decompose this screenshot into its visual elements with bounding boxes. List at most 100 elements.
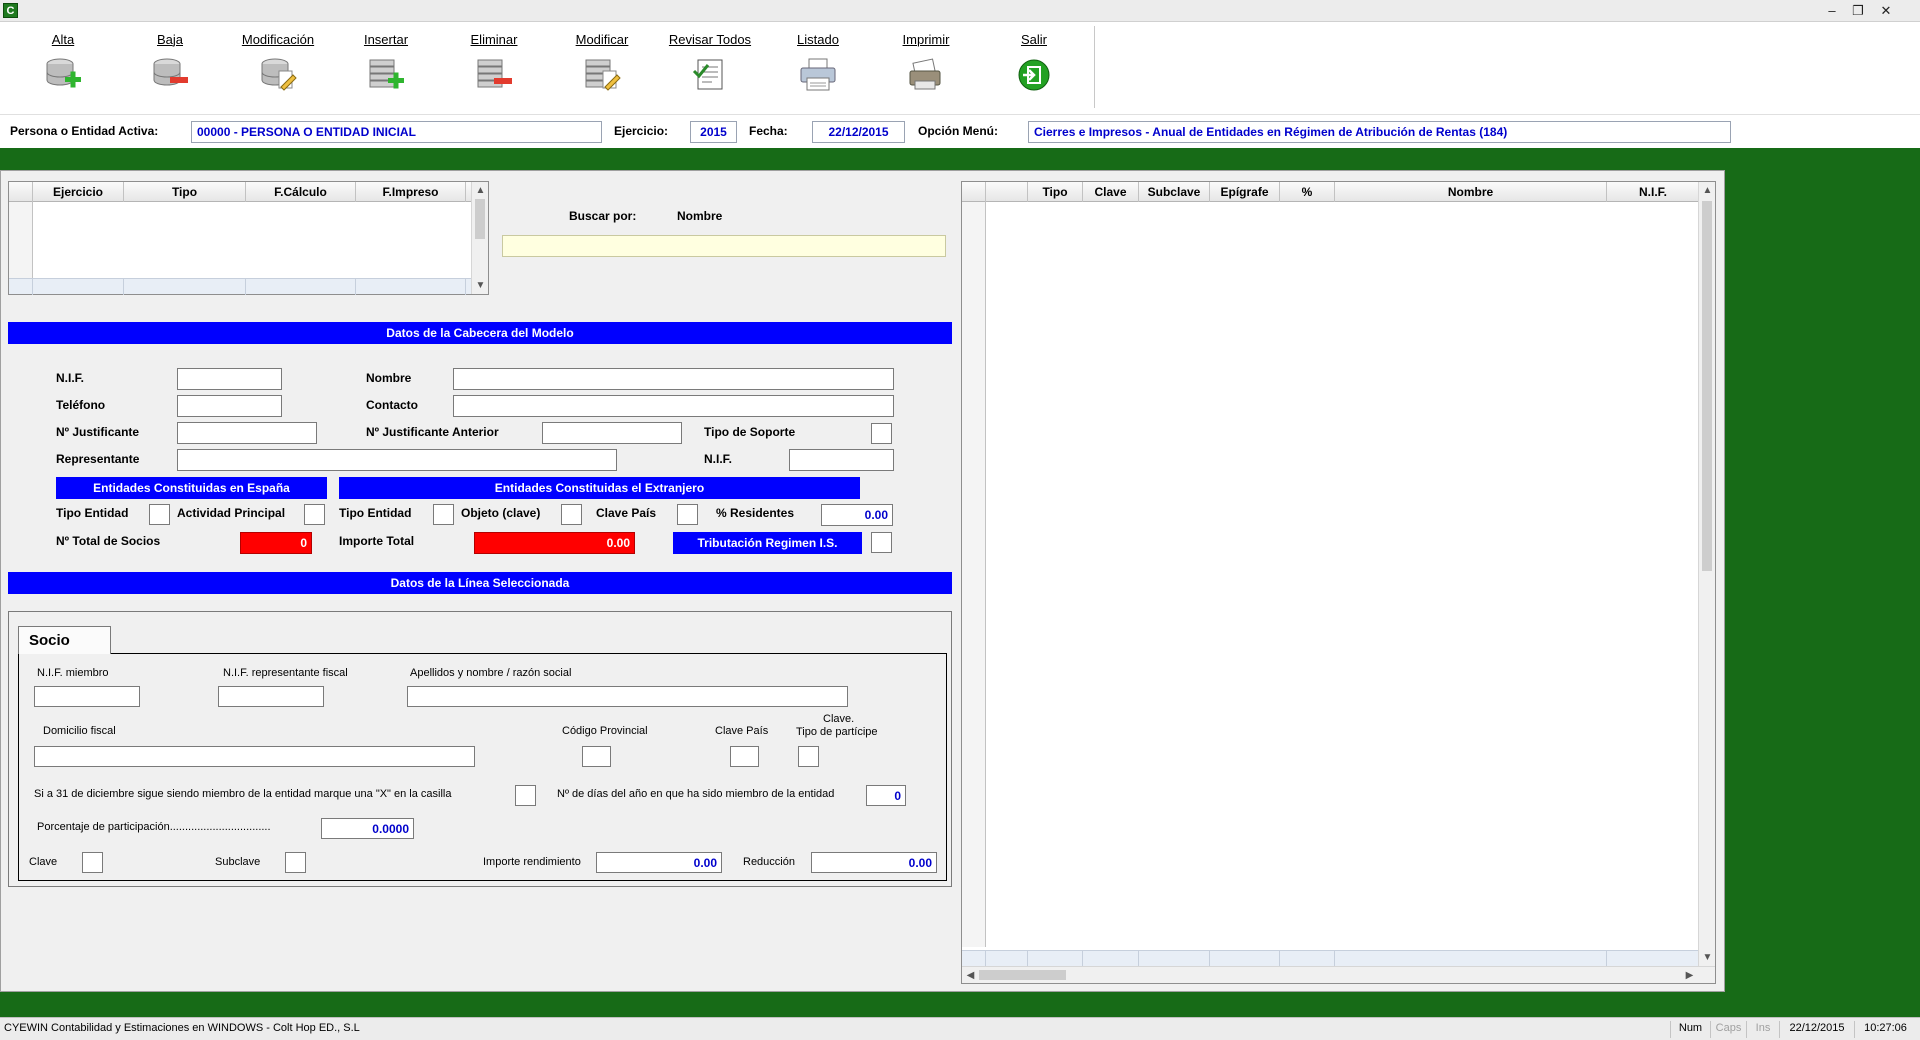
- footer-cell: [246, 279, 356, 295]
- active-entity-bar: Persona o Entidad Activa: 00000 - PERSON…: [0, 114, 1920, 148]
- clave-pais-input[interactable]: [677, 504, 698, 525]
- insertar-button[interactable]: Insertar: [340, 32, 432, 110]
- tipo-entidad-extranjero-label: Tipo Entidad: [339, 506, 412, 520]
- scroll-down-icon[interactable]: ▼: [472, 277, 489, 294]
- porcentaje-input[interactable]: 0.0000: [321, 818, 414, 839]
- porcentaje-label: Porcentaje de participación.............…: [37, 821, 271, 833]
- footer-cell: [1335, 951, 1607, 967]
- objeto-label: Objeto (clave): [461, 506, 541, 520]
- nif-miembro-input[interactable]: [34, 686, 140, 707]
- listado-button[interactable]: Listado: [772, 32, 864, 110]
- importe-rendimiento-input[interactable]: 0.00: [596, 852, 722, 873]
- scroll-up-icon[interactable]: ▲: [1699, 182, 1716, 199]
- status-num: Num: [1670, 1021, 1710, 1038]
- rep-nif-input[interactable]: [789, 449, 894, 471]
- representante-input[interactable]: [177, 449, 617, 471]
- telefono-input[interactable]: [177, 395, 282, 417]
- clave-tipo-participe-input[interactable]: [798, 746, 819, 767]
- col-nif[interactable]: N.I.F.: [1607, 182, 1699, 202]
- scroll-thumb[interactable]: [979, 970, 1066, 980]
- salir-button[interactable]: Salir: [988, 32, 1080, 110]
- modificacion-button[interactable]: Modificación: [232, 32, 324, 110]
- scroll-thumb[interactable]: [1702, 201, 1712, 571]
- print-job-icon: [909, 58, 941, 90]
- alta-button[interactable]: Alta: [17, 32, 109, 110]
- baja-button[interactable]: Baja: [124, 32, 216, 110]
- ejercicio-field[interactable]: 2015: [690, 121, 737, 143]
- close-icon[interactable]: ✕: [1876, 2, 1896, 19]
- clave-input[interactable]: [82, 852, 103, 873]
- col-nombre[interactable]: Nombre: [1335, 182, 1607, 202]
- footer-cell: [1139, 951, 1210, 967]
- persona-field[interactable]: 00000 - PERSONA O ENTIDAD INICIAL: [191, 121, 602, 143]
- clave-pais-socio-input[interactable]: [730, 746, 759, 767]
- tab-socio[interactable]: Socio: [18, 626, 111, 654]
- clave-label: Clave: [29, 856, 58, 868]
- opcion-field[interactable]: Cierres e Impresos - Anual de Entidades …: [1028, 121, 1731, 143]
- opcion-label: Opción Menú:: [918, 124, 998, 138]
- ejercicios-grid-vscroll[interactable]: ▲ ▼: [471, 182, 488, 294]
- scroll-left-icon[interactable]: ◀: [962, 967, 979, 984]
- objeto-input[interactable]: [561, 504, 582, 525]
- col-epigrafe[interactable]: Epígrafe: [1210, 182, 1280, 202]
- restore-icon[interactable]: ❐: [1848, 2, 1868, 19]
- alta-label: Alta: [51, 32, 75, 47]
- miembro-checkbox[interactable]: [515, 785, 536, 806]
- fecha-field[interactable]: 22/12/2015: [812, 121, 905, 143]
- eliminar-label: Eliminar: [470, 32, 518, 47]
- scroll-up-icon[interactable]: ▲: [472, 182, 489, 199]
- stack-add-icon: [369, 59, 404, 89]
- tributacion-input[interactable]: [871, 532, 892, 553]
- justificante-anterior-input[interactable]: [542, 422, 682, 444]
- ejercicios-grid[interactable]: Ejercicio Tipo F.Cálculo F.Impreso ▲ ▼: [8, 181, 489, 295]
- nif-input[interactable]: [177, 368, 282, 390]
- tipo-soporte-input[interactable]: [871, 423, 892, 444]
- tipo-entidad-input[interactable]: [149, 504, 170, 525]
- apellidos-input[interactable]: [407, 686, 848, 707]
- eliminar-button[interactable]: Eliminar: [448, 32, 540, 110]
- cabecera-title: Datos de la Cabecera del Modelo: [8, 322, 952, 344]
- revisar-todos-label: Revisar Todos: [668, 32, 752, 47]
- row-selector-header: [962, 182, 986, 202]
- col-tipo[interactable]: Tipo: [124, 182, 246, 202]
- apellidos-label: Apellidos y nombre / razón social: [410, 667, 572, 679]
- actividad-principal-input[interactable]: [304, 504, 325, 525]
- col-ejercicio[interactable]: Ejercicio: [33, 182, 124, 202]
- search-input[interactable]: [502, 235, 946, 257]
- col-fimpreso[interactable]: F.Impreso: [356, 182, 466, 202]
- scroll-down-icon[interactable]: ▼: [1699, 949, 1716, 966]
- row-selector-column: [962, 202, 986, 947]
- justificante-label: Nº Justificante: [56, 425, 140, 439]
- codigo-provincial-input[interactable]: [582, 746, 611, 767]
- nombre-label: Nombre: [366, 371, 412, 385]
- subclave-input[interactable]: [285, 852, 306, 873]
- lineas-grid-vscroll[interactable]: ▲ ▼: [1698, 182, 1715, 966]
- lineas-grid-hscroll[interactable]: ◀ ▶: [962, 966, 1715, 983]
- col-percent[interactable]: %: [1280, 182, 1335, 202]
- nif-representante-input[interactable]: [218, 686, 324, 707]
- contacto-input[interactable]: [453, 395, 894, 417]
- row-selector-header: [9, 182, 33, 202]
- revisar-todos-button[interactable]: Revisar Todos: [664, 32, 756, 110]
- reduccion-input[interactable]: 0.00: [811, 852, 937, 873]
- col-clave[interactable]: Clave: [1083, 182, 1139, 202]
- tipo-entidad-extranjero-input[interactable]: [433, 504, 454, 525]
- nombre-input[interactable]: [453, 368, 894, 390]
- col-tipo[interactable]: Tipo: [1028, 182, 1083, 202]
- dias-input[interactable]: 0: [866, 785, 906, 806]
- residentes-input[interactable]: 0.00: [821, 504, 893, 526]
- lineas-grid[interactable]: Tipo Clave Subclave Epígrafe % Nombre N.…: [961, 181, 1716, 984]
- scroll-thumb[interactable]: [475, 199, 485, 239]
- scroll-right-icon[interactable]: ▶: [1681, 967, 1698, 984]
- col-subclave[interactable]: Subclave: [1139, 182, 1210, 202]
- modificar-button[interactable]: Modificar: [556, 32, 648, 110]
- nif-miembro-label: N.I.F. miembro: [37, 667, 109, 679]
- justificante-anterior-label: Nº Justificante Anterior: [366, 425, 499, 439]
- minimize-icon[interactable]: –: [1822, 2, 1842, 19]
- domicilio-input[interactable]: [34, 746, 475, 767]
- status-time: 10:27:06: [1854, 1021, 1916, 1038]
- nif-representante-label: N.I.F. representante fiscal: [223, 667, 348, 679]
- justificante-input[interactable]: [177, 422, 317, 444]
- col-fcalculo[interactable]: F.Cálculo: [246, 182, 356, 202]
- imprimir-button[interactable]: Imprimir: [880, 32, 972, 110]
